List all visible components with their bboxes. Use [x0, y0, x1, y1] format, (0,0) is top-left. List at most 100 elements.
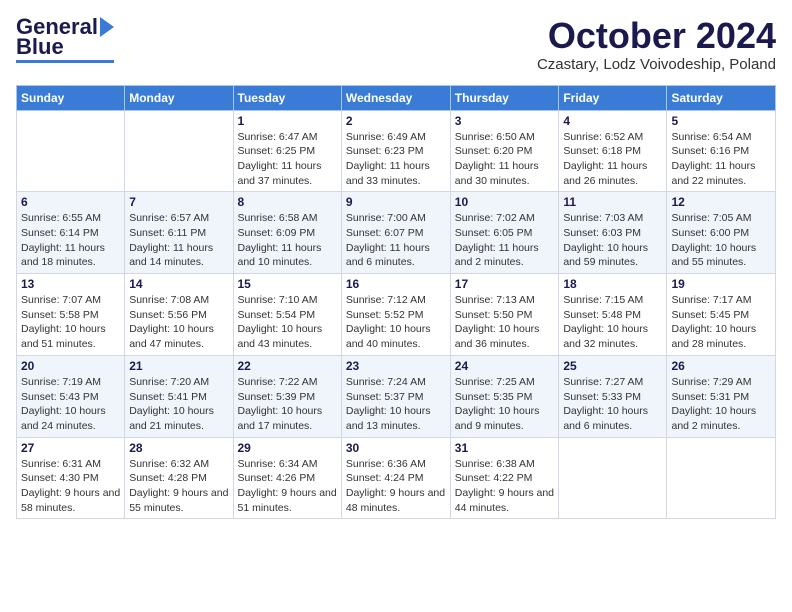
day-number: 1: [238, 114, 337, 128]
calendar-cell: 30 Sunrise: 6:36 AM Sunset: 4:24 PM Dayli…: [341, 437, 450, 519]
day-info: Sunrise: 7:15 AM Sunset: 5:48 PM Dayligh…: [563, 293, 662, 352]
calendar-cell: 1 Sunrise: 6:47 AM Sunset: 6:25 PM Daylig…: [233, 110, 341, 192]
day-info: Sunrise: 6:47 AM Sunset: 6:25 PM Dayligh…: [238, 130, 337, 189]
weekday-header-tuesday: Tuesday: [233, 85, 341, 110]
location-subtitle: Czastary, Lodz Voivodeship, Poland: [537, 56, 776, 73]
day-number: 31: [455, 441, 555, 455]
calendar-cell: 22 Sunrise: 7:22 AM Sunset: 5:39 PM Dayli…: [233, 355, 341, 437]
day-number: 5: [671, 114, 771, 128]
weekday-header-wednesday: Wednesday: [341, 85, 450, 110]
calendar-cell: 20 Sunrise: 7:19 AM Sunset: 5:43 PM Dayli…: [17, 355, 125, 437]
calendar-cell: 23 Sunrise: 7:24 AM Sunset: 5:37 PM Dayli…: [341, 355, 450, 437]
day-number: 11: [563, 195, 662, 209]
month-title: October 2024: [537, 16, 776, 56]
day-number: 24: [455, 359, 555, 373]
calendar-cell: [667, 437, 776, 519]
day-info: Sunrise: 7:17 AM Sunset: 5:45 PM Dayligh…: [671, 293, 771, 352]
calendar-cell: 28 Sunrise: 6:32 AM Sunset: 4:28 PM Dayli…: [125, 437, 233, 519]
day-info: Sunrise: 7:12 AM Sunset: 5:52 PM Dayligh…: [346, 293, 446, 352]
day-number: 19: [671, 277, 771, 291]
day-info: Sunrise: 7:27 AM Sunset: 5:33 PM Dayligh…: [563, 375, 662, 434]
day-info: Sunrise: 6:57 AM Sunset: 6:11 PM Dayligh…: [129, 211, 228, 270]
calendar-cell: 12Sunrise: 7:05 AM Sunset: 6:00 PM Dayli…: [667, 192, 776, 274]
calendar-body: 1 Sunrise: 6:47 AM Sunset: 6:25 PM Daylig…: [17, 110, 776, 519]
calendar-week-row: 20 Sunrise: 7:19 AM Sunset: 5:43 PM Dayli…: [17, 355, 776, 437]
calendar-cell: 16 Sunrise: 7:12 AM Sunset: 5:52 PM Dayli…: [341, 274, 450, 356]
day-number: 23: [346, 359, 446, 373]
day-number: 30: [346, 441, 446, 455]
logo-arrow-icon: [100, 17, 114, 37]
calendar-cell: 31 Sunrise: 6:38 AM Sunset: 4:22 PM Dayli…: [450, 437, 559, 519]
day-info: Sunrise: 7:19 AM Sunset: 5:43 PM Dayligh…: [21, 375, 120, 434]
calendar-table: SundayMondayTuesdayWednesdayThursdayFrid…: [16, 85, 776, 520]
calendar-week-row: 27 Sunrise: 6:31 AM Sunset: 4:30 PM Dayli…: [17, 437, 776, 519]
day-number: 17: [455, 277, 555, 291]
logo-line: [16, 60, 114, 63]
day-number: 14: [129, 277, 228, 291]
calendar-cell: 11 Sunrise: 7:03 AM Sunset: 6:03 PM Dayli…: [559, 192, 667, 274]
logo-blue: Blue: [16, 36, 64, 58]
day-info: Sunrise: 6:36 AM Sunset: 4:24 PM Dayligh…: [346, 457, 446, 516]
calendar-header: SundayMondayTuesdayWednesdayThursdayFrid…: [17, 85, 776, 110]
day-info: Sunrise: 7:10 AM Sunset: 5:54 PM Dayligh…: [238, 293, 337, 352]
day-info: Sunrise: 7:25 AM Sunset: 5:35 PM Dayligh…: [455, 375, 555, 434]
calendar-cell: 15Sunrise: 7:10 AM Sunset: 5:54 PM Dayli…: [233, 274, 341, 356]
calendar-cell: 13 Sunrise: 7:07 AM Sunset: 5:58 PM Dayli…: [17, 274, 125, 356]
day-info: Sunrise: 7:00 AM Sunset: 6:07 PM Dayligh…: [346, 211, 446, 270]
calendar-cell: 26Sunrise: 7:29 AM Sunset: 5:31 PM Dayli…: [667, 355, 776, 437]
weekday-header-row: SundayMondayTuesdayWednesdayThursdayFrid…: [17, 85, 776, 110]
day-info: Sunrise: 6:50 AM Sunset: 6:20 PM Dayligh…: [455, 130, 555, 189]
day-number: 3: [455, 114, 555, 128]
calendar-cell: 3 Sunrise: 6:50 AM Sunset: 6:20 PM Daylig…: [450, 110, 559, 192]
day-info: Sunrise: 7:07 AM Sunset: 5:58 PM Dayligh…: [21, 293, 120, 352]
day-number: 8: [238, 195, 337, 209]
calendar-cell: 27 Sunrise: 6:31 AM Sunset: 4:30 PM Dayli…: [17, 437, 125, 519]
weekday-header-saturday: Saturday: [667, 85, 776, 110]
weekday-header-friday: Friday: [559, 85, 667, 110]
day-info: Sunrise: 6:38 AM Sunset: 4:22 PM Dayligh…: [455, 457, 555, 516]
day-info: Sunrise: 6:32 AM Sunset: 4:28 PM Dayligh…: [129, 457, 228, 516]
calendar-cell: [125, 110, 233, 192]
day-info: Sunrise: 6:31 AM Sunset: 4:30 PM Dayligh…: [21, 457, 120, 516]
day-number: 2: [346, 114, 446, 128]
day-info: Sunrise: 7:22 AM Sunset: 5:39 PM Dayligh…: [238, 375, 337, 434]
calendar-cell: 19 Sunrise: 7:17 AM Sunset: 5:45 PM Dayli…: [667, 274, 776, 356]
day-number: 29: [238, 441, 337, 455]
calendar-cell: 5Sunrise: 6:54 AM Sunset: 6:16 PM Daylig…: [667, 110, 776, 192]
day-number: 13: [21, 277, 120, 291]
day-number: 20: [21, 359, 120, 373]
day-number: 22: [238, 359, 337, 373]
calendar-cell: 21Sunrise: 7:20 AM Sunset: 5:41 PM Dayli…: [125, 355, 233, 437]
calendar-cell: 18 Sunrise: 7:15 AM Sunset: 5:48 PM Dayli…: [559, 274, 667, 356]
day-number: 18: [563, 277, 662, 291]
day-number: 9: [346, 195, 446, 209]
day-number: 25: [563, 359, 662, 373]
calendar-cell: 2Sunrise: 6:49 AM Sunset: 6:23 PM Daylig…: [341, 110, 450, 192]
title-block: October 2024 Czastary, Lodz Voivodeship,…: [537, 16, 776, 73]
calendar-cell: 24 Sunrise: 7:25 AM Sunset: 5:35 PM Dayli…: [450, 355, 559, 437]
day-info: Sunrise: 6:55 AM Sunset: 6:14 PM Dayligh…: [21, 211, 120, 270]
day-info: Sunrise: 7:05 AM Sunset: 6:00 PM Dayligh…: [671, 211, 771, 270]
calendar-week-row: 1 Sunrise: 6:47 AM Sunset: 6:25 PM Daylig…: [17, 110, 776, 192]
day-number: 16: [346, 277, 446, 291]
day-number: 28: [129, 441, 228, 455]
day-info: Sunrise: 7:08 AM Sunset: 5:56 PM Dayligh…: [129, 293, 228, 352]
calendar-cell: 17 Sunrise: 7:13 AM Sunset: 5:50 PM Dayli…: [450, 274, 559, 356]
day-info: Sunrise: 7:29 AM Sunset: 5:31 PM Dayligh…: [671, 375, 771, 434]
day-info: Sunrise: 7:24 AM Sunset: 5:37 PM Dayligh…: [346, 375, 446, 434]
day-info: Sunrise: 7:02 AM Sunset: 6:05 PM Dayligh…: [455, 211, 555, 270]
logo: General Blue: [16, 16, 114, 63]
day-number: 10: [455, 195, 555, 209]
day-number: 6: [21, 195, 120, 209]
day-info: Sunrise: 7:03 AM Sunset: 6:03 PM Dayligh…: [563, 211, 662, 270]
day-info: Sunrise: 7:20 AM Sunset: 5:41 PM Dayligh…: [129, 375, 228, 434]
calendar-cell: 8Sunrise: 6:58 AM Sunset: 6:09 PM Daylig…: [233, 192, 341, 274]
calendar-cell: 6 Sunrise: 6:55 AM Sunset: 6:14 PM Daylig…: [17, 192, 125, 274]
day-number: 4: [563, 114, 662, 128]
calendar-cell: 29 Sunrise: 6:34 AM Sunset: 4:26 PM Dayli…: [233, 437, 341, 519]
day-info: Sunrise: 6:34 AM Sunset: 4:26 PM Dayligh…: [238, 457, 337, 516]
weekday-header-sunday: Sunday: [17, 85, 125, 110]
day-number: 27: [21, 441, 120, 455]
calendar-cell: 9 Sunrise: 7:00 AM Sunset: 6:07 PM Daylig…: [341, 192, 450, 274]
day-info: Sunrise: 7:13 AM Sunset: 5:50 PM Dayligh…: [455, 293, 555, 352]
